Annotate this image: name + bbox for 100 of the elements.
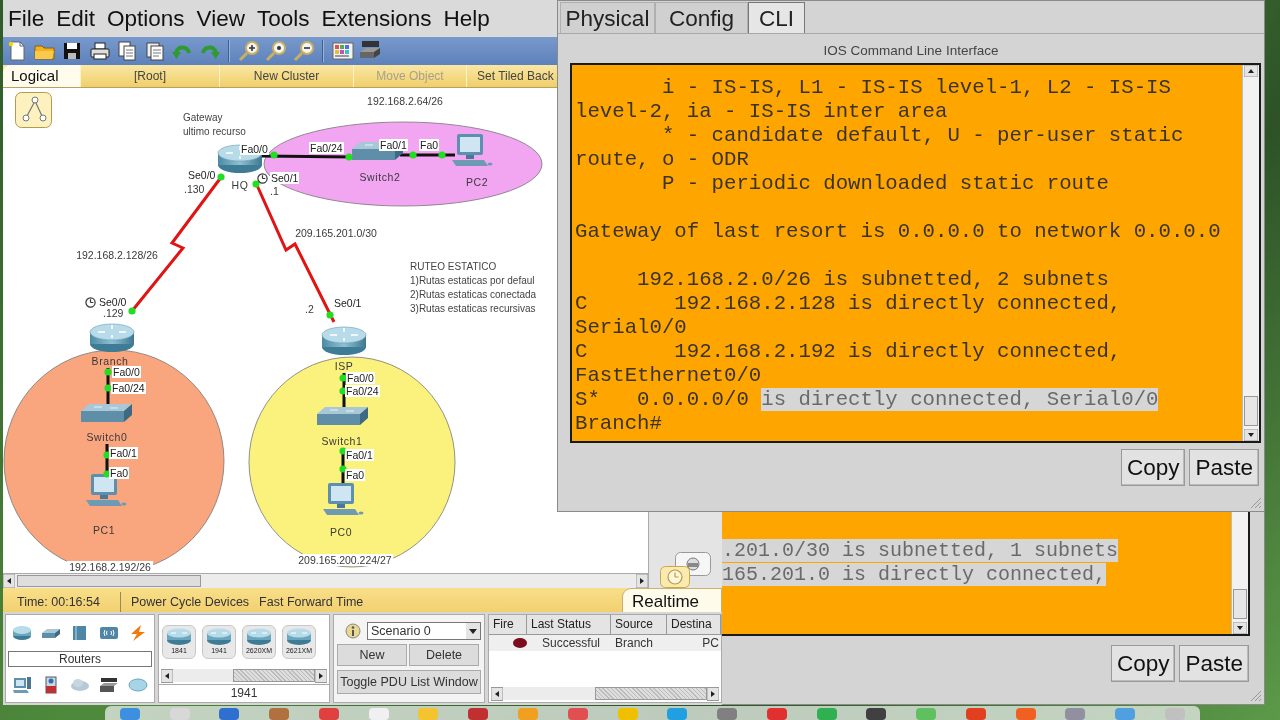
scrollbar[interactable] — [161, 669, 327, 682]
scenario-button[interactable]: Delete — [409, 644, 479, 666]
port-label: Se0/0 — [98, 296, 128, 308]
left-arrow-icon[interactable] — [491, 686, 503, 701]
zoom-in-icon[interactable] — [237, 40, 260, 62]
note-text: 2)Rutas estaticas conectada — [410, 289, 537, 301]
realtime-clock-icon[interactable] — [660, 566, 690, 588]
up-arrow-icon[interactable] — [1244, 65, 1258, 77]
scroll-thumb[interactable] — [1244, 396, 1258, 426]
logical-view-icon[interactable] — [15, 92, 52, 128]
caret-icon — [466, 623, 480, 639]
scroll-thumb[interactable] — [233, 669, 315, 682]
status-action[interactable]: Power Cycle Devices — [131, 592, 250, 612]
palette-icon[interactable] — [331, 40, 354, 62]
device-label: Switch2 — [359, 171, 401, 183]
status-action[interactable]: Fast Forward Time — [259, 592, 364, 612]
right-arrow-icon[interactable] — [636, 574, 648, 588]
device-label: Switch1 — [321, 435, 363, 447]
menu-item[interactable]: Extensions — [321, 5, 432, 32]
address-label: .2 — [305, 303, 314, 315]
printer-icon[interactable] — [88, 40, 111, 62]
logical-tab[interactable]: Logical — [3, 65, 80, 87]
menu-item[interactable]: Edit — [56, 5, 96, 32]
device-label: PC1 — [92, 524, 116, 536]
workspace-button[interactable]: New Cluster — [219, 65, 353, 87]
terminal-text: P - periodic downloaded static route — [661, 172, 1109, 195]
device-tab[interactable]: Physical — [560, 2, 655, 33]
port-label: Fa0 — [345, 469, 366, 481]
realtime-tab[interactable]: Realtime — [622, 588, 722, 612]
time-display: Time: 00:16:54 — [3, 592, 121, 612]
port-label: Fa0/0 — [240, 143, 269, 155]
new-file-icon[interactable] — [6, 40, 28, 62]
table-cell-text: Branch — [614, 635, 655, 651]
right-arrow-icon[interactable] — [707, 686, 719, 701]
model-label: 1941 — [159, 684, 329, 702]
ethernet-cable-line — [342, 373, 346, 408]
app-icon[interactable] — [467, 707, 490, 720]
resize-grip-icon[interactable] — [1250, 690, 1262, 702]
save-icon[interactable] — [61, 40, 83, 62]
scroll-thumb[interactable] — [1233, 589, 1247, 619]
terminal-button[interactable]: Copy — [1120, 449, 1186, 486]
scenario-dropdown[interactable]: Scenario 0 — [367, 622, 481, 640]
port-label: Fa0 — [109, 467, 130, 479]
app-icon[interactable] — [218, 707, 241, 720]
device-label: PC2 — [465, 176, 489, 188]
menu-item[interactable]: Tools — [256, 5, 310, 32]
port-label: Fa0/24 — [309, 142, 344, 154]
pages-icon[interactable] — [116, 40, 138, 62]
app-icon[interactable] — [865, 707, 888, 720]
right-arrow-icon[interactable] — [315, 668, 327, 683]
table-cell-text: PC — [701, 635, 720, 651]
terminal-button[interactable]: Paste — [1179, 645, 1249, 682]
down-arrow-icon[interactable] — [1244, 429, 1258, 441]
menu-item[interactable]: Options — [107, 5, 185, 32]
scrollbar[interactable] — [1242, 65, 1259, 441]
menu-item[interactable]: File — [8, 5, 45, 32]
computer-icon[interactable] — [12, 675, 33, 694]
rack-device-icon[interactable] — [98, 675, 119, 694]
menu-item[interactable]: View — [196, 5, 245, 32]
link-label: 192.168.2.128/26 — [76, 249, 158, 261]
workspace-button[interactable]: [Root] — [80, 65, 219, 87]
selected-text: .201.0/30 is subnetted, 1 subnets — [722, 539, 1119, 562]
scrollbar[interactable] — [3, 573, 648, 588]
resize-grip-icon[interactable] — [1250, 497, 1262, 509]
selected-text: 165.201.0 is directly connected, — [722, 563, 1107, 586]
scroll-thumb[interactable] — [17, 575, 201, 587]
scroll-thumb[interactable] — [595, 687, 707, 700]
terminal-button[interactable]: Copy — [1110, 645, 1176, 682]
terminal-text: C 192.168.2.128 is directly connected, — [575, 292, 1122, 315]
device-tab[interactable]: CLI — [748, 2, 805, 33]
device-tab[interactable]: Config — [655, 2, 748, 33]
terminal-text: Serial0/0 — [575, 316, 687, 339]
network-label: 192.168.2.192/26 — [67, 561, 153, 573]
zoom-out-icon[interactable] — [292, 40, 315, 62]
terminal-button[interactable]: Paste — [1189, 449, 1259, 486]
note-text: 3)Rutas estaticas recursivas — [410, 303, 536, 315]
table-cell-text: Successful — [541, 635, 601, 651]
scrollbar[interactable] — [491, 687, 719, 700]
pages-icon[interactable] — [143, 40, 166, 62]
app-icon[interactable] — [964, 707, 987, 720]
bubble-icon[interactable] — [127, 675, 148, 694]
left-arrow-icon[interactable] — [161, 668, 173, 683]
down-arrow-icon[interactable] — [1233, 622, 1247, 634]
scenario-button[interactable]: New — [337, 644, 407, 666]
left-arrow-icon[interactable] — [3, 574, 15, 588]
info-icon[interactable] — [345, 623, 361, 639]
toggle-pdu-button[interactable]: Toggle PDU List Window — [337, 670, 481, 694]
scrollbar[interactable] — [1231, 512, 1248, 634]
port-label: Fa0/1 — [345, 449, 374, 461]
menu-item[interactable]: Help — [443, 5, 490, 32]
computer-icon — [452, 134, 493, 166]
terminal-text: route, o - ODR — [575, 148, 749, 171]
selected-text: is directly connected, Serial0/0 — [761, 388, 1159, 411]
ethernet-cable-line — [400, 153, 455, 157]
router-icon[interactable] — [12, 623, 33, 642]
app-icon[interactable] — [765, 707, 788, 720]
zoom-reset-icon[interactable] — [265, 40, 287, 62]
device-label: Branch — [91, 355, 129, 367]
panel-title: IOS Command Line Interface — [822, 42, 1000, 60]
switch-icon — [317, 407, 368, 425]
